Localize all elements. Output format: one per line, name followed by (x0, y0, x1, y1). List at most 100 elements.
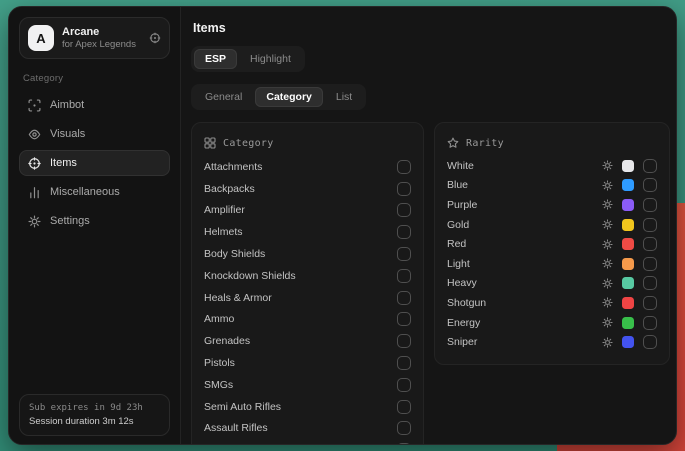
rarity-row: Energy (447, 313, 657, 333)
sidebar-item-aimbot[interactable]: Aimbot (19, 92, 170, 118)
gear-icon[interactable] (602, 258, 613, 269)
category-row-label: Helmets (204, 226, 397, 238)
sidebar-item-visuals[interactable]: Visuals (19, 121, 170, 147)
rarity-row-label: Blue (447, 179, 602, 191)
rarity-row: Purple (447, 195, 657, 215)
color-swatch[interactable] (622, 199, 634, 211)
category-checkbox[interactable] (397, 291, 411, 305)
rarity-row: Shotgun (447, 293, 657, 313)
gear-icon[interactable] (602, 297, 613, 308)
category-row: Ammo (204, 309, 411, 331)
crosshair-icon[interactable] (149, 32, 161, 44)
color-swatch[interactable] (622, 219, 634, 231)
category-row: Heals & Armor (204, 287, 411, 309)
tab-esp[interactable]: ESP (194, 49, 237, 69)
rarity-checkbox[interactable] (643, 296, 657, 310)
sidebar-item-label: Visuals (50, 128, 85, 140)
rarity-checkbox[interactable] (643, 237, 657, 251)
category-checkbox[interactable] (397, 400, 411, 414)
category-row: SMGs (204, 374, 411, 396)
rarity-row-label: Sniper (447, 336, 602, 348)
grid-icon (204, 137, 216, 149)
app-meta: Arcane for Apex Legends (62, 26, 141, 51)
rarity-row: Sniper (447, 332, 657, 352)
category-row-label: LMGs (204, 444, 397, 445)
rarity-row-label: White (447, 160, 602, 172)
mode-tabs: ESPHighlight (191, 46, 305, 72)
gear-icon[interactable] (602, 337, 613, 348)
app-logo: A (28, 25, 54, 51)
sidebar-item-miscellaneous[interactable]: Miscellaneous (19, 179, 170, 205)
tab-category[interactable]: Category (255, 87, 323, 107)
category-checkbox[interactable] (397, 356, 411, 370)
category-checkbox[interactable] (397, 334, 411, 348)
session-duration-text: Session duration 3m 12s (29, 415, 160, 428)
sidebar-section-label: Category (23, 73, 166, 84)
sidebar-item-label: Miscellaneous (50, 186, 120, 198)
color-swatch[interactable] (622, 277, 634, 289)
rarity-checkbox[interactable] (643, 335, 657, 349)
app-subtitle: for Apex Legends (62, 39, 141, 51)
main-content: Items ESPHighlight GeneralCategoryList C… (181, 7, 676, 444)
tab-list[interactable]: List (325, 87, 363, 107)
rarity-panel-header: Rarity (447, 132, 657, 154)
color-swatch[interactable] (622, 336, 634, 348)
color-swatch[interactable] (622, 317, 634, 329)
rarity-panel-title: Rarity (466, 138, 504, 149)
sidebar: A Arcane for Apex Legends Category Aimbo… (9, 7, 181, 444)
category-row-label: Assault Rifles (204, 422, 397, 434)
tab-general[interactable]: General (194, 87, 253, 107)
rarity-row: White (447, 156, 657, 176)
gear-icon[interactable] (602, 219, 613, 230)
rarity-row: Heavy (447, 274, 657, 294)
category-checkbox[interactable] (397, 225, 411, 239)
category-checkbox[interactable] (397, 443, 411, 445)
rarity-checkbox[interactable] (643, 218, 657, 232)
color-swatch[interactable] (622, 160, 634, 172)
category-row: LMGs (204, 439, 411, 445)
rarity-row: Red (447, 234, 657, 254)
gear-icon[interactable] (602, 317, 613, 328)
settings-icon (28, 215, 41, 228)
color-swatch[interactable] (622, 258, 634, 270)
category-checkbox[interactable] (397, 312, 411, 326)
category-row-label: SMGs (204, 379, 397, 391)
category-row-label: Grenades (204, 335, 397, 347)
gear-icon[interactable] (602, 180, 613, 191)
gear-icon[interactable] (602, 199, 613, 210)
category-checkbox[interactable] (397, 378, 411, 392)
category-checkbox[interactable] (397, 269, 411, 283)
category-row: Body Shields (204, 243, 411, 265)
gear-icon[interactable] (602, 239, 613, 250)
rarity-checkbox[interactable] (643, 316, 657, 330)
gear-icon[interactable] (602, 160, 613, 171)
sidebar-nav: Aimbot Visuals Items Miscellaneous Setti… (19, 92, 170, 234)
category-checkbox[interactable] (397, 182, 411, 196)
rarity-checkbox[interactable] (643, 198, 657, 212)
sidebar-item-items[interactable]: Items (19, 150, 170, 176)
gear-icon[interactable] (602, 278, 613, 289)
rarity-checkbox[interactable] (643, 257, 657, 271)
category-row: Grenades (204, 330, 411, 352)
tab-highlight[interactable]: Highlight (239, 49, 302, 69)
color-swatch[interactable] (622, 297, 634, 309)
category-row: Amplifier (204, 200, 411, 222)
sidebar-item-settings[interactable]: Settings (19, 208, 170, 234)
rarity-checkbox[interactable] (643, 178, 657, 192)
category-checkbox[interactable] (397, 203, 411, 217)
rarity-list: White Blue Purple Gold Red Light Heavy S… (447, 156, 657, 352)
category-panel: Category Attachments Backpacks Amplifier… (191, 122, 424, 445)
sidebar-item-label: Settings (50, 215, 90, 227)
category-checkbox[interactable] (397, 160, 411, 174)
color-swatch[interactable] (622, 238, 634, 250)
rarity-checkbox[interactable] (643, 159, 657, 173)
rarity-row-label: Heavy (447, 277, 602, 289)
star-icon (447, 137, 459, 149)
category-row-label: Knockdown Shields (204, 270, 397, 282)
category-checkbox[interactable] (397, 421, 411, 435)
subscription-info-card: Sub expires in 9d 23h Session duration 3… (19, 394, 170, 436)
rarity-checkbox[interactable] (643, 276, 657, 290)
category-checkbox[interactable] (397, 247, 411, 261)
color-swatch[interactable] (622, 179, 634, 191)
sub-expires-text: Sub expires in 9d 23h (29, 402, 160, 415)
